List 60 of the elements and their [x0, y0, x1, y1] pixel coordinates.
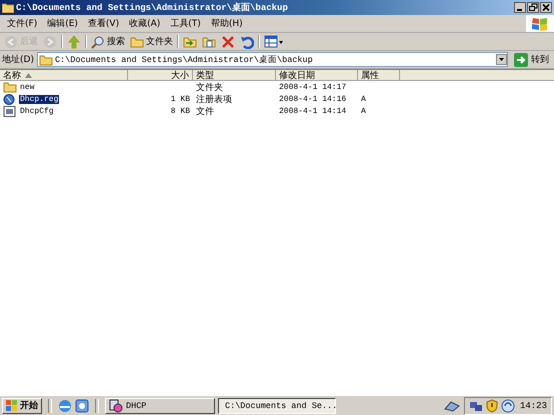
taskbar-button[interactable]: DHCP	[105, 398, 215, 414]
start-button[interactable]: 开始	[2, 398, 42, 414]
file-type: 文件夹	[196, 82, 223, 94]
search-icon	[91, 34, 105, 48]
file-icon	[3, 106, 17, 116]
modified-date: 2008-4-1 14:14	[279, 106, 346, 116]
go-button[interactable]: 转到	[511, 52, 552, 66]
windows-logo-icon	[526, 15, 554, 32]
views-icon	[264, 34, 284, 48]
menu-item[interactable]: 查看(V)	[82, 16, 124, 31]
address-field[interactable]: C:\Documents and Settings\Administrator\桌面\backup	[36, 52, 508, 67]
menu-item[interactable]: 工具(T)	[165, 16, 206, 31]
file-type: 文件	[196, 106, 214, 118]
delete-button[interactable]	[219, 34, 237, 50]
up-arrow-icon	[67, 34, 81, 48]
modified-date: 2008-4-1 14:16	[279, 94, 346, 104]
windows-logo-icon	[6, 400, 18, 412]
taskbar-button[interactable]: C:\Documents and Se...	[218, 398, 336, 414]
file-name[interactable]: DhcpCfg	[19, 106, 55, 116]
folders-button[interactable]: 文件夹	[128, 34, 175, 50]
folder-arrow-icon	[183, 34, 197, 48]
views-button[interactable]	[262, 34, 286, 50]
server-icon	[109, 398, 123, 412]
address-label: 地址(D)	[2, 54, 34, 66]
column-header[interactable]: 大小	[128, 70, 193, 81]
close-button[interactable]	[540, 2, 552, 13]
right-arrow-icon	[514, 52, 528, 66]
file-type: 注册表项	[196, 94, 232, 106]
search-button[interactable]: 搜索	[89, 34, 127, 50]
file-attributes: A	[361, 94, 366, 104]
folder-icon	[2, 2, 14, 13]
folder-icon	[38, 54, 53, 66]
file-size: 1 KB	[170, 94, 190, 104]
menu-item[interactable]: 收藏(A)	[124, 16, 166, 31]
undo-icon	[240, 34, 254, 48]
modified-date: 2008-4-1 14:17	[279, 82, 346, 92]
window-title: C:\Documents and Settings\Administrator\桌面\backup	[16, 1, 288, 14]
column-header[interactable]: 属性	[358, 70, 400, 81]
folder-icon	[130, 36, 144, 48]
column-header[interactable]: 名称	[0, 70, 128, 81]
file-size: 8 KB	[170, 106, 190, 116]
registry-file-icon	[3, 94, 17, 104]
column-header[interactable]: 修改日期	[276, 70, 358, 81]
copy-icon	[202, 34, 216, 48]
undo-button[interactable]	[238, 34, 256, 50]
file-name[interactable]: Dhcp.reg	[19, 94, 60, 104]
delete-icon	[221, 34, 235, 48]
sort-arrow-icon	[25, 72, 32, 78]
menu-item[interactable]: 帮助(H)	[206, 16, 248, 31]
menu-item[interactable]: 文件(F)	[2, 16, 42, 31]
column-header[interactable]: 类型	[193, 70, 276, 81]
file-attributes: A	[361, 106, 366, 116]
clock: 14:23	[520, 400, 547, 410]
shield-icon[interactable]	[484, 398, 499, 412]
restore-button[interactable]	[527, 2, 539, 13]
menu-item[interactable]: 编辑(E)	[42, 16, 83, 31]
minimize-button[interactable]	[514, 2, 526, 13]
file-name[interactable]: new	[19, 82, 36, 92]
dropdown-icon[interactable]	[496, 54, 507, 65]
network-icon[interactable]	[442, 398, 461, 412]
